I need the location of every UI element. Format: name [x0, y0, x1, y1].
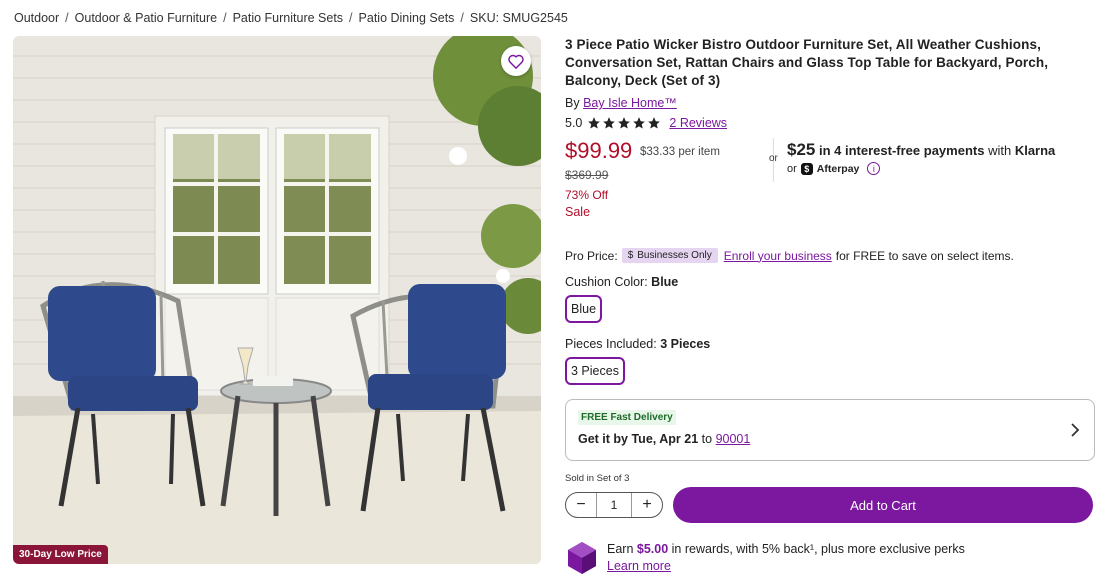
favorite-button[interactable] — [501, 46, 531, 76]
pieces-included-label-text: Pieces Included: — [565, 337, 657, 351]
cushion-color-value: Blue — [651, 275, 679, 289]
current-price: $99.99 — [565, 138, 633, 163]
zip-code-link[interactable]: 90001 — [716, 432, 751, 446]
breadcrumb-patio-furniture-sets[interactable]: Patio Furniture Sets — [233, 11, 343, 25]
add-to-cart-button[interactable]: Add to Cart — [673, 487, 1093, 523]
pro-price-suffix: for FREE to save on select items. — [835, 248, 1014, 263]
pro-price-row: Pro Price: $ Businesses Only Enroll your… — [565, 248, 1095, 263]
breadcrumb: Outdoor / Outdoor & Patio Furniture / Patio … — [14, 11, 568, 25]
by-prefix: By — [565, 96, 580, 110]
chevron-right-icon — [1071, 423, 1080, 437]
product-photo-illustration — [13, 36, 541, 564]
klarna-offer[interactable]: $25 in 4 interest-free payments with Kla… — [787, 140, 1055, 160]
breadcrumb-outdoor-patio-furniture[interactable]: Outdoor & Patio Furniture — [75, 11, 217, 25]
afterpay-logo: Afterpay — [816, 162, 860, 175]
afterpay-offer[interactable]: or $ Afterpay i — [787, 162, 881, 175]
quantity-input[interactable]: 1 — [596, 493, 632, 517]
rating-row: 5.0 2 Reviews — [565, 116, 1095, 130]
rewards-gem-icon — [568, 542, 596, 574]
quantity-decrease-button[interactable]: − — [566, 493, 596, 517]
info-icon[interactable]: i — [867, 162, 881, 175]
klarna-with: with — [988, 143, 1012, 158]
low-price-badge: 30-Day Low Price — [13, 545, 108, 564]
klarna-logo: Klarna — [1014, 143, 1056, 158]
product-details: 3 Piece Patio Wicker Bistro Outdoor Furn… — [565, 36, 1095, 575]
sale-label: Sale — [565, 205, 591, 219]
brand-link[interactable]: Bay Isle Home™ — [583, 96, 677, 110]
delivery-to: to — [701, 432, 713, 446]
rewards-earn-suffix: in rewards, with 5% back¹, plus more exc… — [671, 542, 965, 556]
rewards-text: Earn $5.00 in rewards, with 5% back¹, pl… — [607, 541, 965, 575]
breadcrumb-patio-dining-sets[interactable]: Patio Dining Sets — [359, 11, 455, 25]
cushion-color-label-text: Cushion Color: — [565, 275, 648, 289]
klarna-text: in 4 interest-free payments — [819, 143, 985, 158]
delivery-estimate: Get it by Tue, Apr 21 to 90001 — [578, 432, 750, 446]
free-delivery-badge: FREE Fast Delivery — [578, 410, 676, 425]
breadcrumb-separator: / — [65, 11, 69, 25]
afterpay-or: or — [787, 162, 797, 175]
star-icon — [618, 117, 631, 129]
star-icon — [648, 117, 661, 129]
pro-price-label: Pro Price: — [565, 248, 618, 263]
dollar-icon: $ — [627, 250, 634, 261]
quantity-stepper: − 1 + — [565, 492, 663, 518]
afterpay-icon: $ — [800, 162, 813, 175]
pieces-included-value: 3 Pieces — [660, 337, 711, 351]
breadcrumb-separator: / — [223, 11, 227, 25]
pieces-included-label: Pieces Included: 3 Pieces — [565, 337, 1095, 351]
breadcrumb-outdoor[interactable]: Outdoor — [14, 11, 59, 25]
brand-line: By Bay Isle Home™ — [565, 96, 1095, 110]
product-title: 3 Piece Patio Wicker Bistro Outdoor Furn… — [565, 37, 1049, 88]
star-icon — [633, 117, 646, 129]
reviews-link[interactable]: 2 Reviews — [669, 116, 727, 130]
quantity-increase-button[interactable]: + — [632, 493, 662, 517]
price-block: $99.99 $33.33 per item $369.99 73% Off S… — [565, 138, 1095, 246]
or-label: or — [769, 153, 778, 164]
sold-in-set: Sold in Set of 3 — [565, 473, 630, 484]
star-icon — [603, 117, 616, 129]
businesses-only-tag: $ Businesses Only — [621, 248, 718, 263]
per-item-price: $33.33 per item — [640, 146, 720, 158]
cushion-color-label: Cushion Color: Blue — [565, 275, 1095, 289]
delivery-card[interactable]: FREE Fast Delivery Get it by Tue, Apr 21… — [565, 399, 1095, 461]
star-icon — [588, 117, 601, 129]
breadcrumb-separator: / — [349, 11, 353, 25]
klarna-amount: $25 — [787, 140, 816, 159]
rewards-earn-prefix: Earn — [607, 542, 634, 556]
discount-percent: 73% Off — [565, 188, 609, 202]
rating-value: 5.0 — [565, 116, 583, 130]
pieces-option-3[interactable]: 3 Pieces — [565, 357, 625, 385]
product-image[interactable]: 30-Day Low Price — [13, 36, 541, 564]
learn-more-link[interactable]: Learn more — [607, 559, 671, 573]
was-price: $369.99 — [565, 168, 609, 182]
star-rating — [587, 116, 661, 130]
heart-icon — [508, 54, 524, 69]
rewards-promo: Earn $5.00 in rewards, with 5% back¹, pl… — [565, 541, 1095, 575]
enroll-business-link[interactable]: Enroll your business — [724, 249, 832, 263]
rewards-amount: $5.00 — [636, 542, 669, 556]
cushion-color-option-blue[interactable]: Blue — [565, 295, 603, 323]
sku-label: SKU: SMUG2545 — [469, 11, 568, 25]
add-to-cart-row: − 1 + Add to Cart — [565, 487, 1095, 523]
delivery-date: Get it by Tue, Apr 21 — [578, 432, 699, 446]
breadcrumb-separator: / — [460, 11, 464, 25]
businesses-only-text: Businesses Only — [637, 250, 712, 261]
